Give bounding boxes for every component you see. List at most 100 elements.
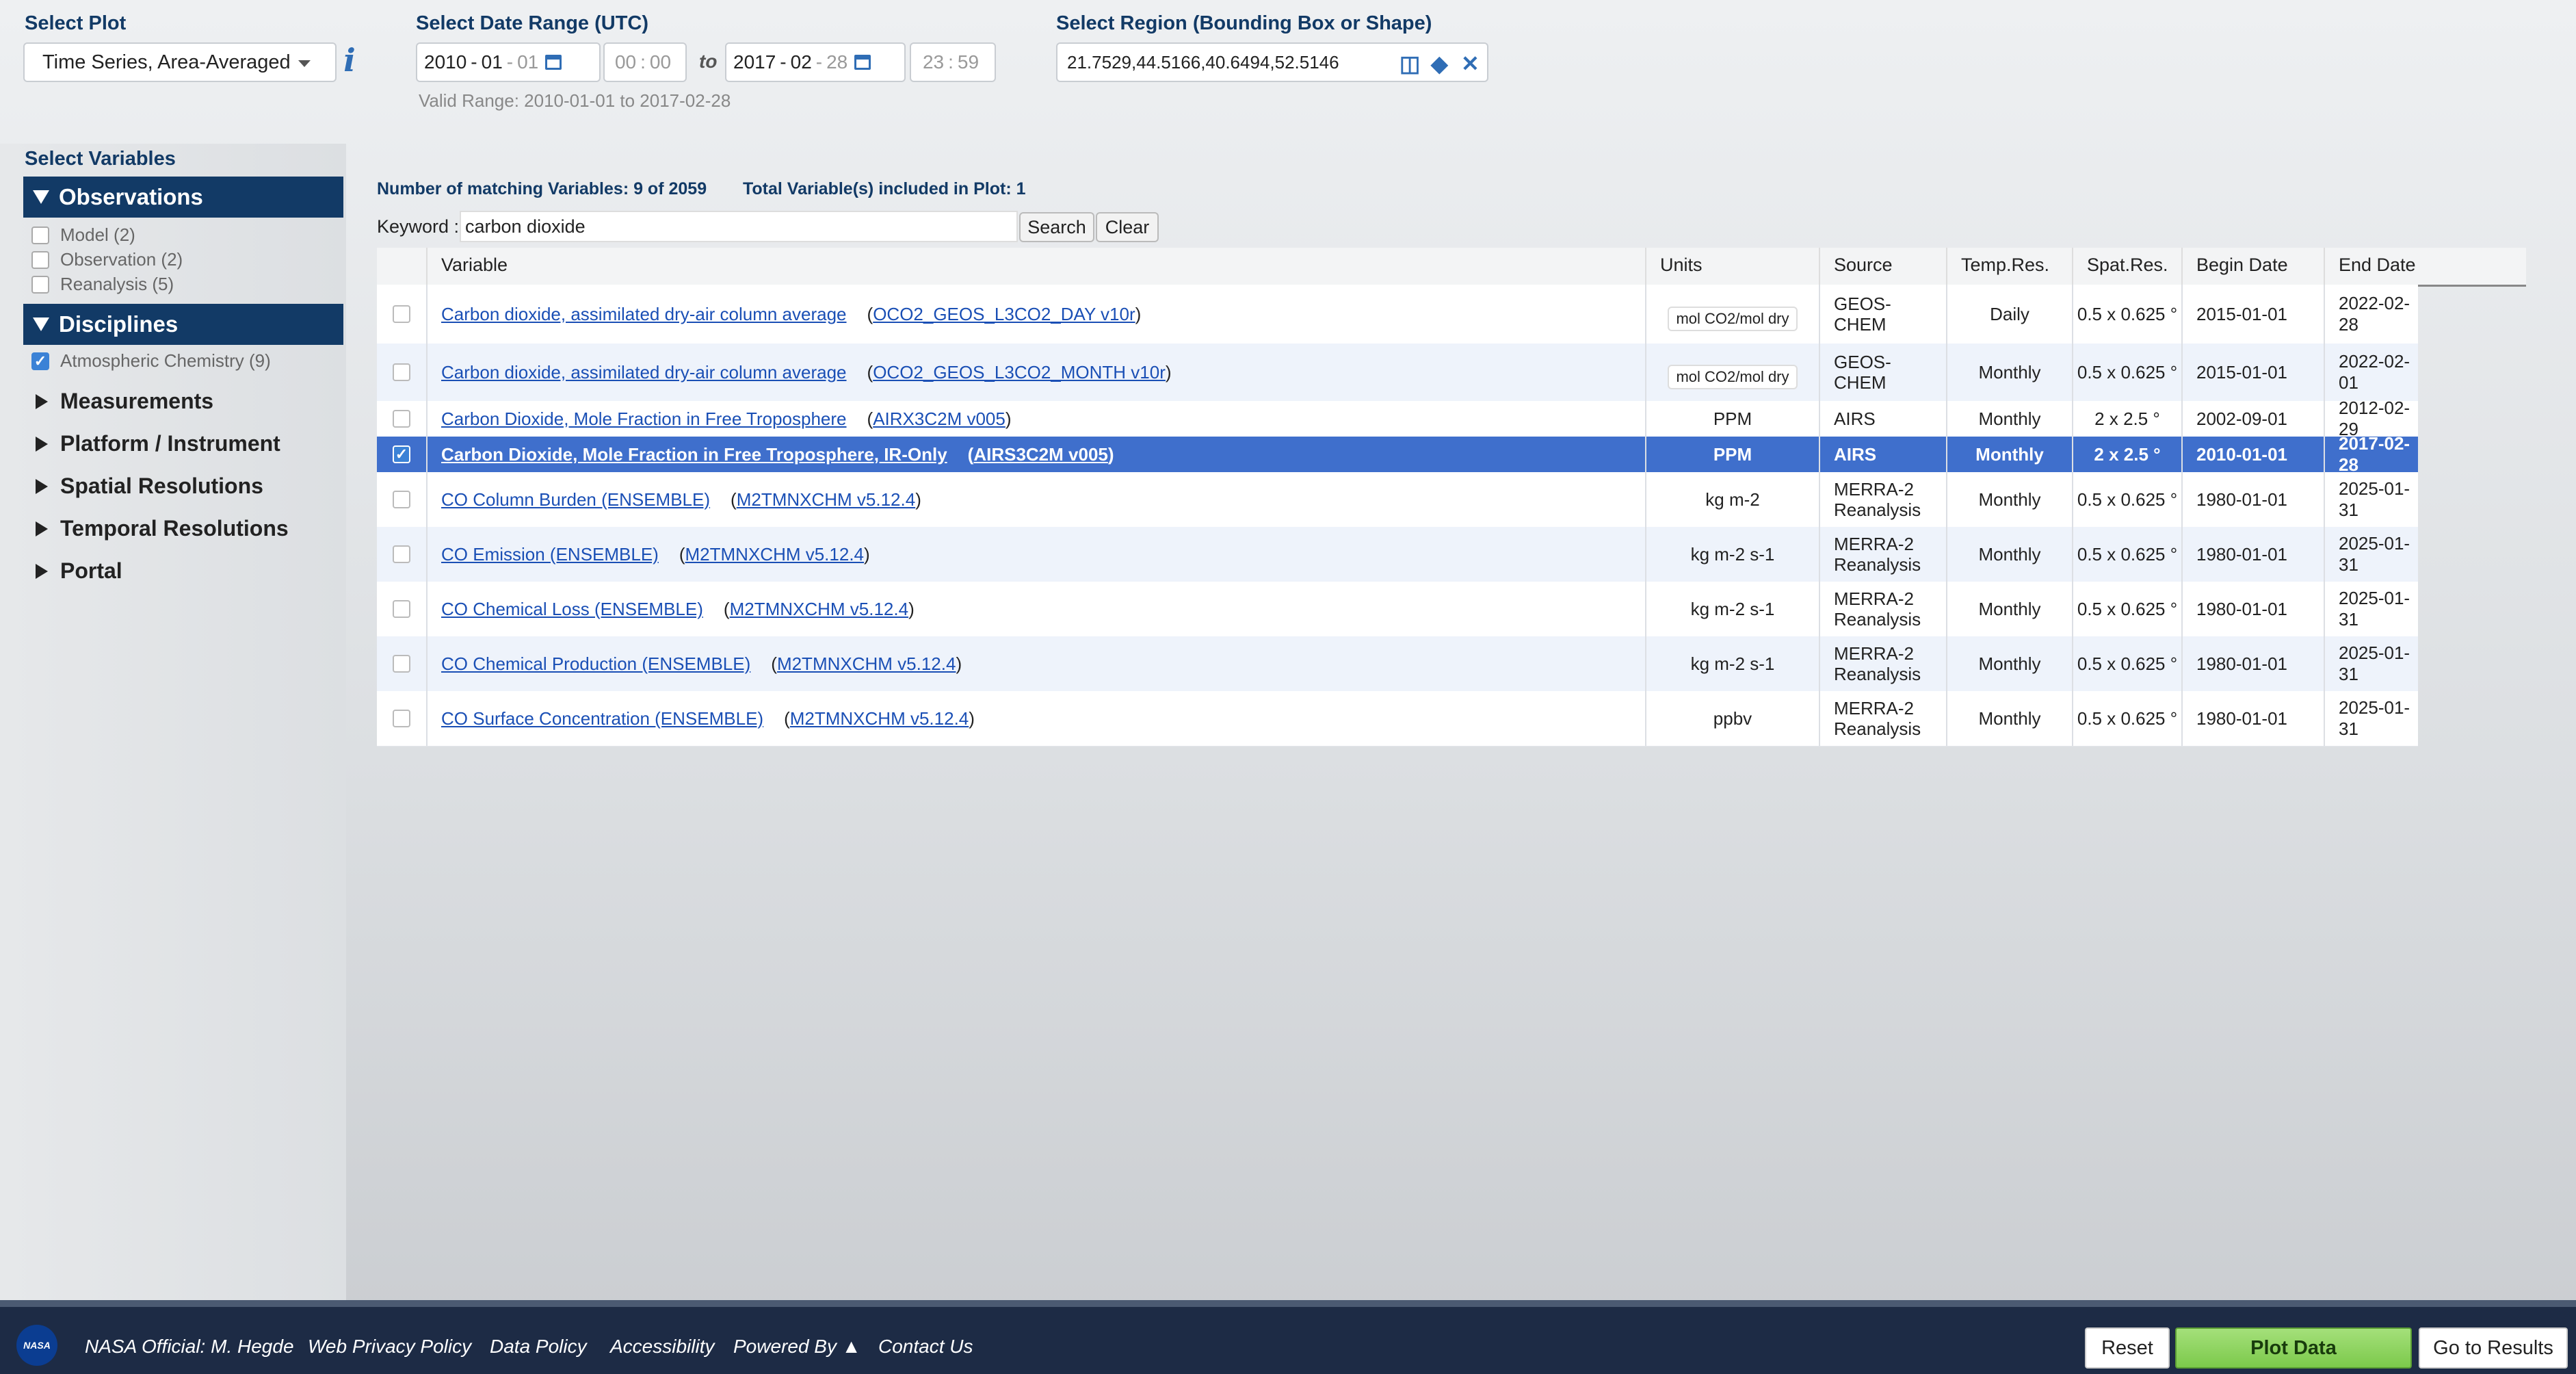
checkbox[interactable]	[31, 250, 49, 269]
product-link[interactable]: AIRS3C2M v005	[973, 444, 1108, 465]
footer-link-contact-us[interactable]: Contact Us	[878, 1336, 973, 1358]
variable-link[interactable]: CO Emission (ENSEMBLE)	[441, 544, 659, 565]
row-checkbox[interactable]	[393, 710, 410, 727]
go-to-results-button[interactable]: Go to Results	[2419, 1327, 2568, 1369]
row-checkbox[interactable]	[393, 491, 410, 508]
start-time-input[interactable]: 00: 00	[603, 42, 687, 82]
facet-item-atmospheric-chemistry[interactable]: ✓ Atmospheric Chemistry (9)	[31, 350, 271, 372]
footer-link-powered-by[interactable]: Powered By ▲	[733, 1336, 860, 1358]
table-row[interactable]: CO Emission (ENSEMBLE) (M2TMNXCHM v5.12.4…	[377, 527, 2418, 582]
product-link[interactable]: M2TMNXCHM v5.12.4	[685, 544, 865, 565]
info-icon[interactable]: i	[342, 44, 357, 76]
product-link[interactable]: OCO2_GEOS_L3CO2_DAY v10r	[873, 304, 1135, 324]
table-cell: 2025-01-31	[2324, 472, 2418, 527]
end-day[interactable]: 28	[826, 51, 847, 73]
row-checkbox[interactable]	[393, 655, 410, 673]
region-input[interactable]: 21.7529,44.5166,40.6494,52.5146 ◫ ◆ ✕	[1056, 42, 1488, 82]
end-time-input[interactable]: 23: 59	[910, 42, 996, 82]
start-year[interactable]: 2010	[424, 51, 466, 73]
column-header-units[interactable]: Units	[1645, 248, 1819, 285]
row-checkbox[interactable]	[393, 305, 410, 323]
table-cell: Monthly	[1946, 582, 2072, 636]
shape-icon[interactable]: ◆	[1431, 51, 1448, 77]
table-row[interactable]: CO Chemical Production (ENSEMBLE) (M2TMNX…	[377, 636, 2418, 692]
calendar-icon[interactable]	[854, 55, 871, 70]
facet-item-reanalysis[interactable]: Reanalysis (5)	[31, 274, 174, 295]
facet-platform-instrument[interactable]: Platform / Instrument	[36, 431, 280, 456]
end-month[interactable]: 02	[791, 51, 812, 73]
product-link[interactable]: M2TMNXCHM v5.12.4	[790, 708, 969, 729]
facet-temporal-resolutions[interactable]: Temporal Resolutions	[36, 516, 289, 541]
units-value: kg m-2 s-1	[1690, 543, 1775, 565]
product-link[interactable]: M2TMNXCHM v5.12.4	[777, 653, 956, 674]
end-date-input[interactable]: 2017- 02- 28	[725, 42, 906, 82]
product-link[interactable]: M2TMNXCHM v5.12.4	[730, 599, 909, 619]
product-link[interactable]: OCO2_GEOS_L3CO2_MONTH v10r	[873, 362, 1166, 383]
start-month[interactable]: 01	[482, 51, 503, 73]
facet-item-model[interactable]: Model (2)	[31, 224, 135, 246]
map-icon[interactable]: ◫	[1399, 51, 1420, 77]
footer-link-privacy-policy[interactable]: Web Privacy Policy	[308, 1336, 471, 1358]
calendar-icon[interactable]	[545, 55, 562, 70]
facet-observations-header[interactable]: Observations	[23, 177, 343, 218]
select-variables-title: Select Variables	[25, 148, 176, 170]
column-header-spat-res[interactable]: Spat.Res.	[2072, 248, 2181, 285]
table-row[interactable]: Carbon dioxide, assimilated dry-air colu…	[377, 285, 2418, 344]
footer-link-nasa-official[interactable]: NASA Official: M. Hegde	[85, 1336, 294, 1358]
start-hour[interactable]: 00	[615, 51, 636, 73]
facet-measurements[interactable]: Measurements	[36, 389, 213, 414]
end-minute[interactable]: 59	[958, 51, 979, 73]
facet-item-observation[interactable]: Observation (2)	[31, 249, 183, 270]
variable-link[interactable]: CO Column Burden (ENSEMBLE)	[441, 489, 710, 510]
search-button[interactable]: Search	[1019, 212, 1094, 242]
column-header-end-date[interactable]: End Date	[2324, 248, 2526, 285]
start-day[interactable]: 01	[517, 51, 538, 73]
plot-type-select[interactable]: Time Series, Area-Averaged	[23, 42, 337, 82]
variable-link[interactable]: CO Chemical Loss (ENSEMBLE)	[441, 599, 703, 620]
column-header-source[interactable]: Source	[1819, 248, 1946, 285]
checkbox[interactable]	[31, 275, 49, 294]
end-year[interactable]: 2017	[733, 51, 776, 73]
reset-button[interactable]: Reset	[2085, 1327, 2170, 1369]
checkbox[interactable]	[31, 226, 49, 244]
row-checkbox[interactable]	[393, 410, 410, 428]
clear-button[interactable]: Clear	[1096, 212, 1159, 242]
variable-link[interactable]: CO Chemical Production (ENSEMBLE)	[441, 653, 750, 675]
row-checkbox[interactable]: ✓	[393, 445, 410, 463]
close-icon[interactable]: ✕	[1461, 51, 1480, 77]
keyword-search-input[interactable]: carbon dioxide	[460, 211, 1018, 242]
variable-link[interactable]: CO Surface Concentration (ENSEMBLE)	[441, 708, 763, 729]
facet-spatial-resolutions[interactable]: Spatial Resolutions	[36, 474, 263, 499]
variable-link[interactable]: Carbon dioxide, assimilated dry-air colu…	[441, 362, 847, 383]
table-row[interactable]: ✓ Carbon Dioxide, Mole Fraction in Free T…	[377, 433, 2418, 475]
start-minute[interactable]: 00	[650, 51, 671, 73]
column-header-variable[interactable]: Variable	[426, 248, 1645, 285]
row-checkbox[interactable]	[393, 545, 410, 563]
facet-portal[interactable]: Portal	[36, 558, 122, 584]
variable-link[interactable]: Carbon Dioxide, Mole Fraction in Free Tr…	[441, 409, 847, 430]
footer-link-accessibility[interactable]: Accessibility	[610, 1336, 714, 1358]
start-date-input[interactable]: 2010- 01- 01	[416, 42, 601, 82]
plot-data-button[interactable]: Plot Data	[2175, 1327, 2412, 1369]
column-header-temp-res[interactable]: Temp.Res.	[1946, 248, 2072, 285]
table-row[interactable]: Carbon dioxide, assimilated dry-air colu…	[377, 344, 2418, 402]
chevron-down-icon	[298, 60, 311, 67]
product-link[interactable]: M2TMNXCHM v5.12.4	[737, 489, 916, 510]
product-link[interactable]: AIRX3C2M v005	[873, 409, 1006, 429]
checkbox-checked[interactable]: ✓	[31, 352, 49, 370]
table-row[interactable]: CO Surface Concentration (ENSEMBLE) (M2TM…	[377, 691, 2418, 747]
end-hour[interactable]: 23	[923, 51, 944, 73]
row-checkbox[interactable]	[393, 600, 410, 618]
begin-date-value: 1980-01-01	[2196, 708, 2287, 729]
facet-disciplines-header[interactable]: Disciplines	[23, 304, 343, 345]
nasa-logo[interactable]: NASA	[16, 1325, 57, 1366]
column-header-begin-date[interactable]: Begin Date	[2181, 248, 2324, 285]
row-checkbox[interactable]	[393, 363, 410, 381]
table-row[interactable]: Carbon Dioxide, Mole Fraction in Free Tr…	[377, 398, 2418, 439]
triangle-right-icon	[36, 393, 48, 409]
variable-link[interactable]: Carbon Dioxide, Mole Fraction in Free Tr…	[441, 444, 947, 465]
variable-link[interactable]: Carbon dioxide, assimilated dry-air colu…	[441, 304, 847, 325]
footer-link-data-policy[interactable]: Data Policy	[490, 1336, 587, 1358]
table-row[interactable]: CO Chemical Loss (ENSEMBLE) (M2TMNXCHM v5…	[377, 582, 2418, 637]
table-row[interactable]: CO Column Burden (ENSEMBLE) (M2TMNXCHM v5…	[377, 472, 2418, 528]
